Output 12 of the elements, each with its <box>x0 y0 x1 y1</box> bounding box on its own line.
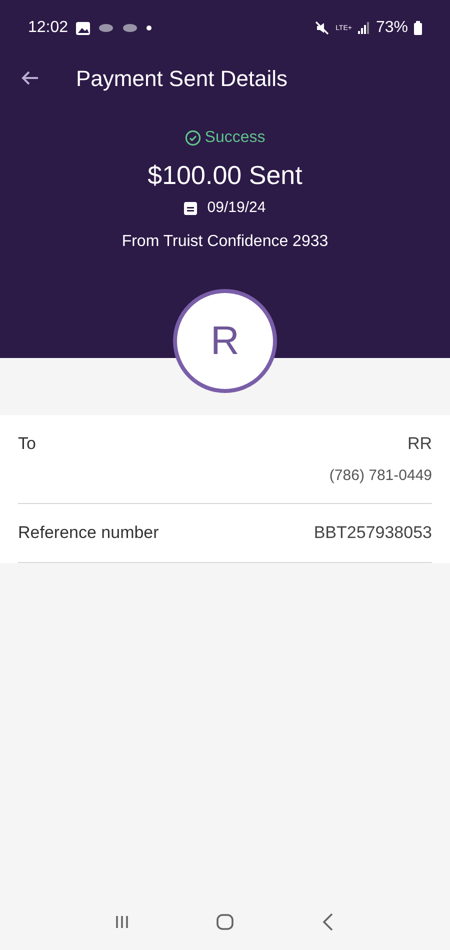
detail-value: (786) 781-0449 <box>329 466 432 486</box>
source-account: From Truist Confidence 2933 <box>122 232 328 252</box>
status-time: 12:02 <box>28 18 68 38</box>
detail-label: To <box>18 433 36 455</box>
page-title: Payment Sent Details <box>76 64 288 93</box>
battery-percent: 73% <box>376 18 408 38</box>
status-label: Success <box>204 128 266 148</box>
amount-sent: $100.00 Sent <box>148 159 302 192</box>
detail-value: BBT257938053 <box>314 522 432 544</box>
detail-label: Reference number <box>18 522 159 544</box>
detail-value: RR <box>407 433 432 455</box>
payment-date: 09/19/24 <box>207 198 266 218</box>
